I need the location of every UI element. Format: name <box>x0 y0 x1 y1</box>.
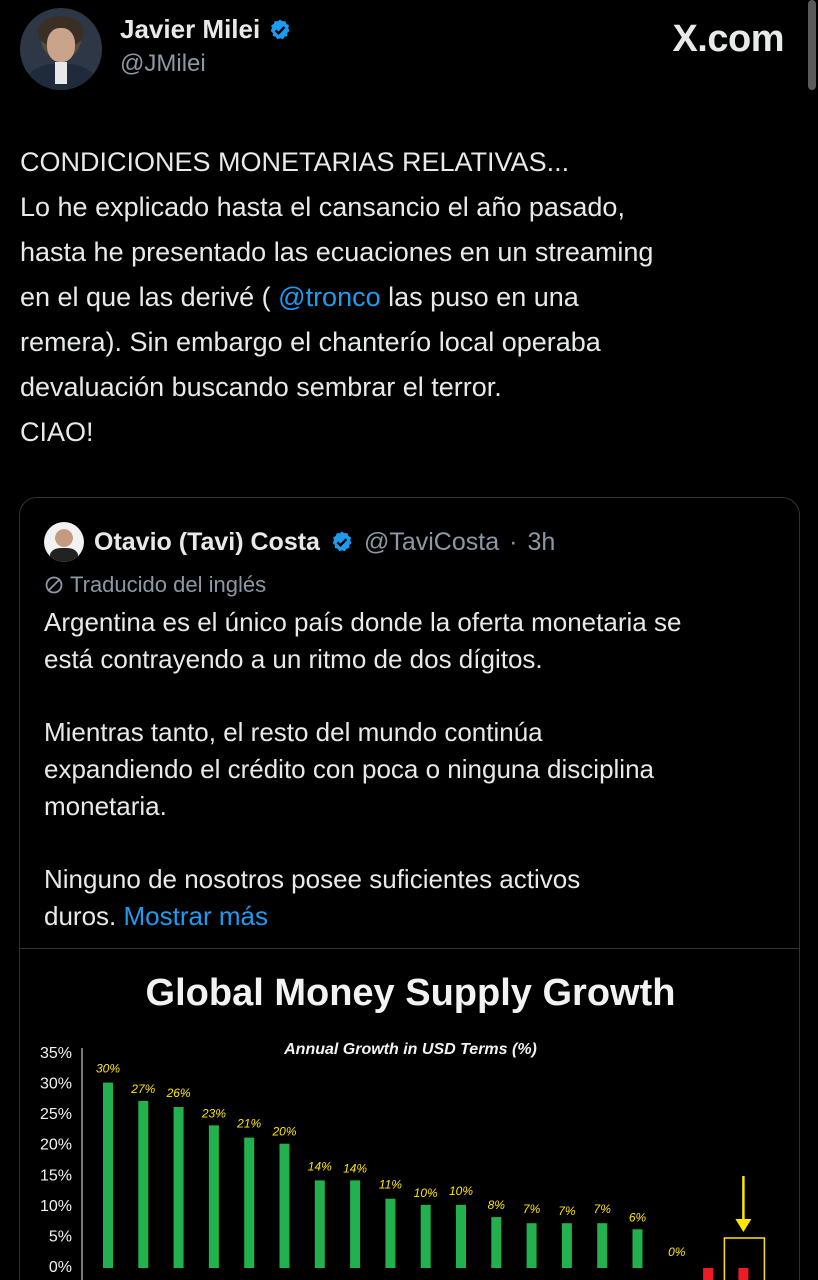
tweet-line: CONDICIONES MONETARIAS RELATIVAS... <box>20 147 570 177</box>
quoted-text-segment: duros. <box>44 901 124 931</box>
bar <box>420 1204 431 1268</box>
highlight-arrow-head <box>735 1219 752 1232</box>
bar-value-label: 7% <box>523 1202 541 1216</box>
bar-chart: 35% 30% 25% 20% 15% 10% 5% 0% 30% 27% 26% 23% 21% 20%… <box>40 1045 766 1280</box>
quoted-tweet-header: Otavio (Tavi) Costa @TaviCosta · 3h <box>44 522 555 562</box>
tweet-line: CIAO! <box>20 417 94 447</box>
bar-value-label: 23% <box>201 1106 226 1120</box>
quoted-tweet-card[interactable]: Otavio (Tavi) Costa @TaviCosta · 3h Trad… <box>19 497 800 1280</box>
y-tick-label: 20% <box>40 1137 72 1154</box>
quoted-line: Ninguno de nosotros posee suficientes ac… <box>44 864 581 894</box>
y-tick-label: 5% <box>49 1228 72 1245</box>
bar-value-label: 26% <box>166 1086 191 1100</box>
bar <box>138 1100 149 1268</box>
bar <box>561 1223 572 1268</box>
scrollbar[interactable] <box>808 0 816 90</box>
tweet-line: hasta he presentado las ecuaciones en un… <box>20 237 654 267</box>
bar <box>314 1180 325 1268</box>
bar-value-label: 10% <box>414 1186 438 1200</box>
tweet-line: devaluación buscando sembrar el terror. <box>20 372 502 402</box>
quoted-line: duros. Mostrar más <box>44 898 784 935</box>
bar <box>632 1229 643 1268</box>
bar-value-label: 8% <box>488 1198 506 1212</box>
bar-value-label: 20% <box>271 1125 296 1139</box>
mention-link[interactable]: @tronco <box>278 282 380 312</box>
author-name[interactable]: Javier Milei <box>120 14 260 45</box>
translate-icon <box>45 576 63 594</box>
bar <box>703 1268 714 1280</box>
verified-badge-icon <box>332 531 352 552</box>
bar-value-label: 27% <box>130 1082 155 1096</box>
quoted-line: Mientras tanto, el resto del mundo conti… <box>44 717 543 747</box>
bar-value-label: 7% <box>558 1204 576 1218</box>
bar-value-label: 11% <box>379 1178 402 1192</box>
author-handle[interactable]: @JMilei <box>120 50 206 78</box>
bar-value-label: 0% <box>668 1245 686 1259</box>
y-tick-label: 15% <box>40 1167 72 1184</box>
quoted-line: expandiendo el crédito con poca o ningun… <box>44 754 654 784</box>
x-logo: X.com <box>672 18 784 60</box>
quoted-line: Argentina es el único país donde la ofer… <box>44 607 682 637</box>
author-name-line: Javier Milei <box>120 14 292 45</box>
tweet-text: CONDICIONES MONETARIAS RELATIVAS... Lo h… <box>20 140 800 455</box>
bar <box>208 1125 219 1268</box>
bar-value-label: 6% <box>629 1210 647 1224</box>
bar <box>385 1198 396 1268</box>
bar-value-label: 10% <box>449 1184 473 1198</box>
tweet-line: remera). Sin embargo el chanterío local … <box>20 327 601 357</box>
quoted-author-name[interactable]: Otavio (Tavi) Costa <box>94 528 320 557</box>
quoted-line: monetaria. <box>44 791 167 821</box>
bar <box>103 1082 113 1268</box>
y-tick-label: 35% <box>40 1045 72 1062</box>
quoted-author-avatar[interactable] <box>44 522 84 562</box>
bar <box>526 1223 537 1268</box>
translated-text: Traducido del inglés <box>70 572 267 597</box>
quoted-author-handle[interactable]: @TaviCosta <box>364 528 499 557</box>
tweet-header: Javier Milei @JMilei X.com <box>0 0 818 100</box>
tweet-text-segment: en el que las derivé ( <box>20 282 279 312</box>
quoted-tweet-text: Argentina es el único país donde la ofer… <box>44 604 784 935</box>
bar <box>491 1217 502 1268</box>
y-tick-label: 30% <box>40 1076 72 1093</box>
show-more-link[interactable]: Mostrar más <box>124 901 268 931</box>
quoted-line: está contrayendo a un ritmo de dos dígit… <box>44 644 543 674</box>
tweet-line: Lo he explicado hasta el cansancio el añ… <box>20 192 625 222</box>
tweet-text-segment: las puso en una <box>380 282 579 312</box>
bar <box>350 1180 361 1268</box>
y-tick-label: 25% <box>40 1106 72 1123</box>
author-avatar[interactable] <box>20 8 102 90</box>
bar-value-label: 21% <box>236 1117 261 1131</box>
y-tick-label: 0% <box>49 1259 72 1276</box>
bar-value-label: 7% <box>594 1202 612 1216</box>
bar <box>173 1107 184 1268</box>
bar <box>244 1137 255 1268</box>
translated-label[interactable]: Traducido del inglés <box>44 572 266 598</box>
verified-badge-icon <box>270 19 290 39</box>
bar-value-label: 14% <box>343 1161 367 1175</box>
bar <box>597 1223 608 1268</box>
bar-value-label: 14% <box>308 1159 332 1173</box>
tweet-line: en el que las derivé ( @tronco las puso … <box>20 275 800 320</box>
y-tick-label: 10% <box>40 1198 72 1215</box>
bar <box>738 1268 749 1280</box>
quoted-timestamp[interactable]: 3h <box>527 528 555 557</box>
bar <box>456 1204 466 1268</box>
chart-image[interactable]: Global Money Supply Growth Annual Growth… <box>20 949 799 1280</box>
bar <box>279 1143 290 1268</box>
bar-value-label: 30% <box>96 1062 120 1076</box>
separator-dot: · <box>509 527 518 556</box>
